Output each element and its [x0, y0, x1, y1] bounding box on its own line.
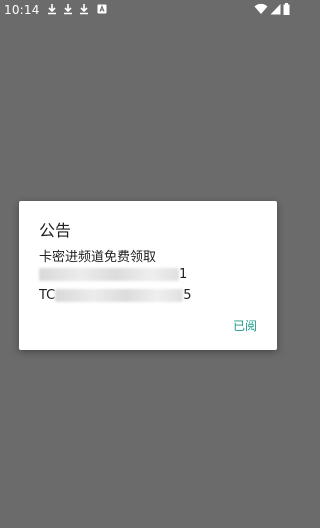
- dialog-message-line-1: 卡密进频道免费领取: [39, 250, 157, 265]
- notification-icon: [97, 4, 107, 14]
- status-bar: 10:14: [0, 0, 293, 20]
- download-icon: [80, 4, 88, 15]
- dialog-message-line-2-suffix: 1: [179, 267, 188, 282]
- dialog-message-line-3-suffix: 5: [183, 288, 192, 303]
- battery-icon: [283, 3, 290, 15]
- download-icon: [64, 4, 72, 15]
- redacted-text: [55, 289, 184, 302]
- download-icon: [48, 4, 56, 15]
- redacted-text: [39, 268, 179, 281]
- cell-signal-icon: [270, 4, 281, 15]
- dialog-message-line-3: TC 5: [39, 288, 192, 303]
- wifi-icon: [254, 3, 268, 15]
- status-time: 10:14: [4, 3, 40, 17]
- dialog-title: 公告: [39, 221, 72, 240]
- dialog-message-line-2: 1: [39, 267, 187, 282]
- dialog-read-button[interactable]: 已阅: [233, 317, 257, 334]
- dialog-message-line-3-prefix: TC: [39, 288, 56, 303]
- announcement-dialog: 公告 卡密进频道免费领取 1 TC 5 已阅: [19, 201, 277, 350]
